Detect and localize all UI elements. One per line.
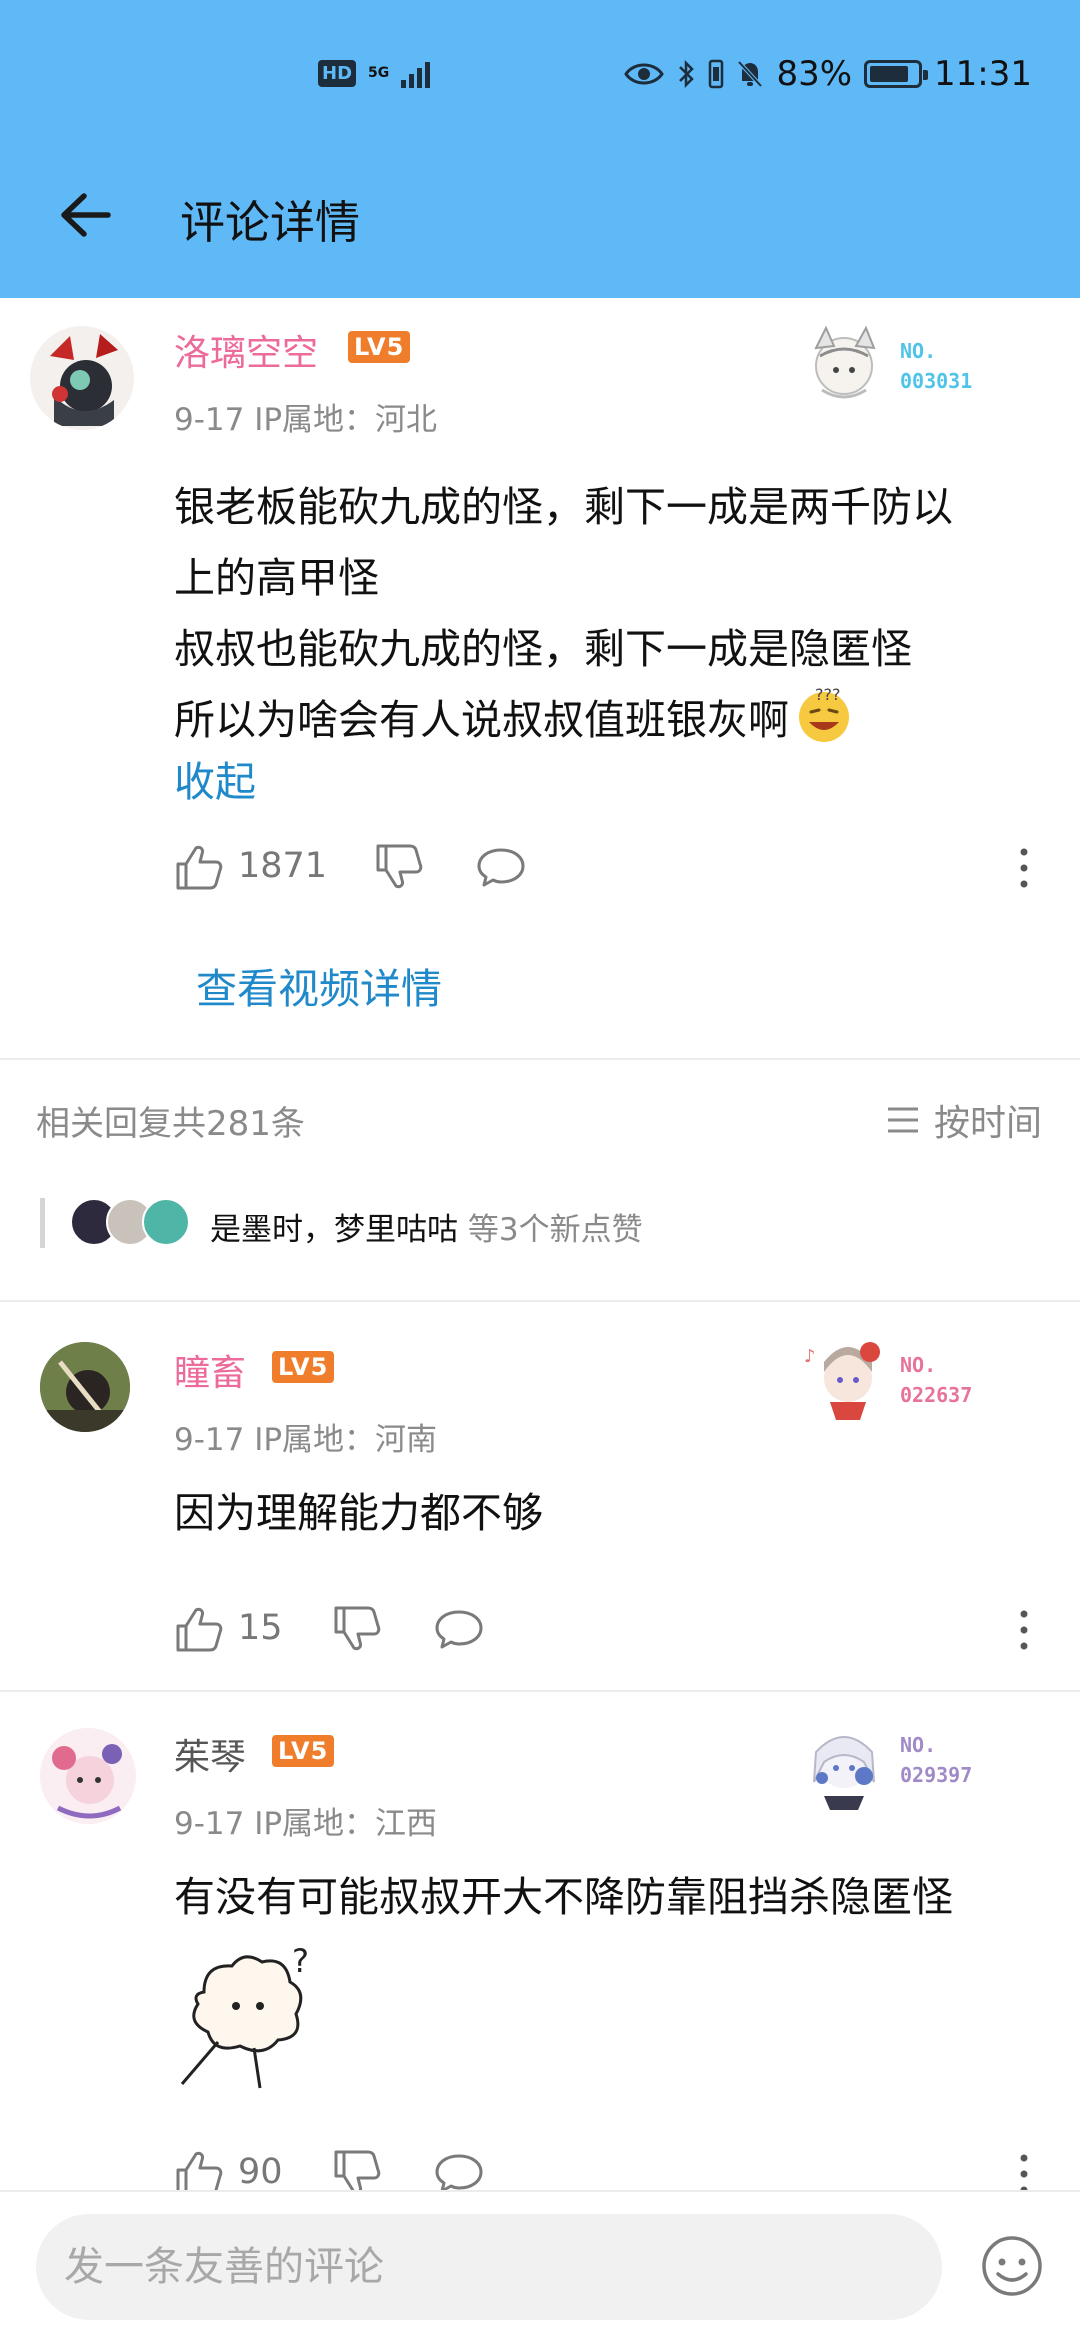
battery-percent: 83% (776, 54, 853, 94)
fan-badge-number: NO. 029397 (900, 1733, 973, 1787)
thumbs-up-icon[interactable] (174, 1604, 224, 1654)
hd-indicator: HD (318, 59, 357, 87)
level-badge: LV5 (272, 1351, 335, 1383)
fan-badge-avatar-icon (813, 1736, 875, 1810)
fan-badge: NO. 029397 (790, 1712, 1000, 1812)
comment-meta: 9-17 IP属地：江西 (174, 1806, 438, 1842)
thumbs-down-icon[interactable] (332, 1604, 382, 1654)
bluetooth-icon (679, 59, 695, 89)
section-divider (0, 1058, 1080, 1060)
nav-bar: 评论详情 (0, 180, 1080, 250)
more-vertical-icon[interactable] (1014, 840, 1034, 896)
page-title: 评论详情 (180, 196, 361, 249)
like-count: 15 (238, 1608, 283, 1648)
view-video-link[interactable]: 查看视频详情 (196, 955, 442, 1015)
more-vertical-icon[interactable] (1014, 1602, 1034, 1658)
avatar[interactable] (40, 1728, 136, 1824)
fan-badge-number: NO. 022637 (900, 1353, 973, 1407)
app-root: HD 5G 83% 11:31 评论详情 洛璃空空 LV5 9-17 IP属地：… (0, 0, 1080, 2340)
eye-icon (624, 63, 665, 85)
reply-item: 茱琴 LV5 9-17 IP属地：江西 NO. 029397 有没有可能叔叔开大不… (0, 1692, 1080, 2196)
action-row: 1871 (174, 840, 1034, 896)
liker-avatar (142, 1198, 190, 1246)
like-count: 90 (238, 2152, 283, 2192)
fan-badge: NO. 003031 (800, 318, 1000, 408)
fan-badge-number: NO. 003031 (900, 339, 973, 393)
reply-item: 瞳畜 LV5 9-17 IP属地：河南 ♪ NO. 022637 因为理解能力都不… (0, 1302, 1080, 1690)
fan-badge: ♪ NO. 022637 (800, 1332, 1000, 1422)
arrow-left-icon[interactable] (56, 190, 112, 240)
reply-total: 相关回复共281条 (36, 1104, 305, 1144)
level-badge: LV5 (272, 1735, 335, 1767)
svg-text:?: ? (292, 1942, 309, 1980)
svg-text:♪: ♪ (804, 1346, 816, 1367)
sort-label: 按时间 (933, 1103, 1042, 1144)
speech-bubble-icon[interactable] (476, 842, 526, 892)
thumbs-up-icon[interactable] (174, 842, 224, 892)
comment-meta: 9-17 IP属地：河南 (174, 1422, 438, 1458)
comment-input[interactable] (36, 2214, 942, 2320)
comment-body: 银老板能砍九成的怪，剩下一成是两千防以 上的高甲怪 叔叔也能砍九成的怪，剩下一成… (174, 483, 953, 744)
username[interactable]: 洛璃空空 (174, 324, 318, 376)
comment-meta: 9-17 IP属地：河北 (174, 402, 438, 438)
action-row: 15 (174, 1602, 1034, 1658)
network-indicator: 5G (368, 65, 390, 81)
vibrate-icon (709, 59, 724, 89)
avatar[interactable] (30, 326, 134, 430)
header-bar: HD 5G 83% 11:31 评论详情 (0, 0, 1080, 298)
level-badge: LV5 (348, 331, 411, 363)
clock: 11:31 (934, 54, 1032, 94)
comment-input-bar (0, 2190, 1080, 2340)
smiley-icon[interactable] (980, 2234, 1044, 2298)
likers-text: 是墨时，梦里咕咕 等3个新点赞 (210, 1212, 643, 1248)
main-comment: 洛璃空空 LV5 9-17 IP属地：河北 NO. 003031 银老板能砍九成的… (0, 298, 1080, 1058)
speech-bubble-icon[interactable] (434, 1604, 484, 1654)
fan-badge-avatar-icon (814, 325, 876, 399)
comment-body: 因为理解能力都不够 (174, 1489, 543, 1537)
battery-icon (864, 60, 929, 88)
username[interactable]: 瞳畜 (174, 1344, 246, 1396)
username[interactable]: 茱琴 (174, 1728, 246, 1780)
comment-body: 有没有可能叔叔开大不降防靠阻挡杀隐匿怪 (174, 1873, 953, 1921)
sweat-laugh-emoji-icon: ??? (799, 685, 849, 742)
svg-text:???: ??? (815, 686, 840, 704)
status-bar: HD 5G 83% 11:31 (0, 52, 1080, 108)
thinking-sticker-icon: ? (180, 1942, 309, 2089)
menu-lines-icon (887, 1107, 918, 1133)
thumbs-down-icon[interactable] (374, 842, 424, 892)
collapse-link[interactable]: 收起 (174, 748, 256, 808)
mute-bell-icon (737, 60, 763, 88)
fan-badge-avatar-icon: ♪ (804, 1342, 880, 1420)
avatar[interactable] (40, 1342, 130, 1432)
likers-accent-bar (40, 1198, 45, 1248)
like-count: 1871 (238, 846, 328, 886)
sort-button[interactable]: 按时间 (886, 1094, 1042, 1146)
signal-icon (401, 58, 431, 88)
